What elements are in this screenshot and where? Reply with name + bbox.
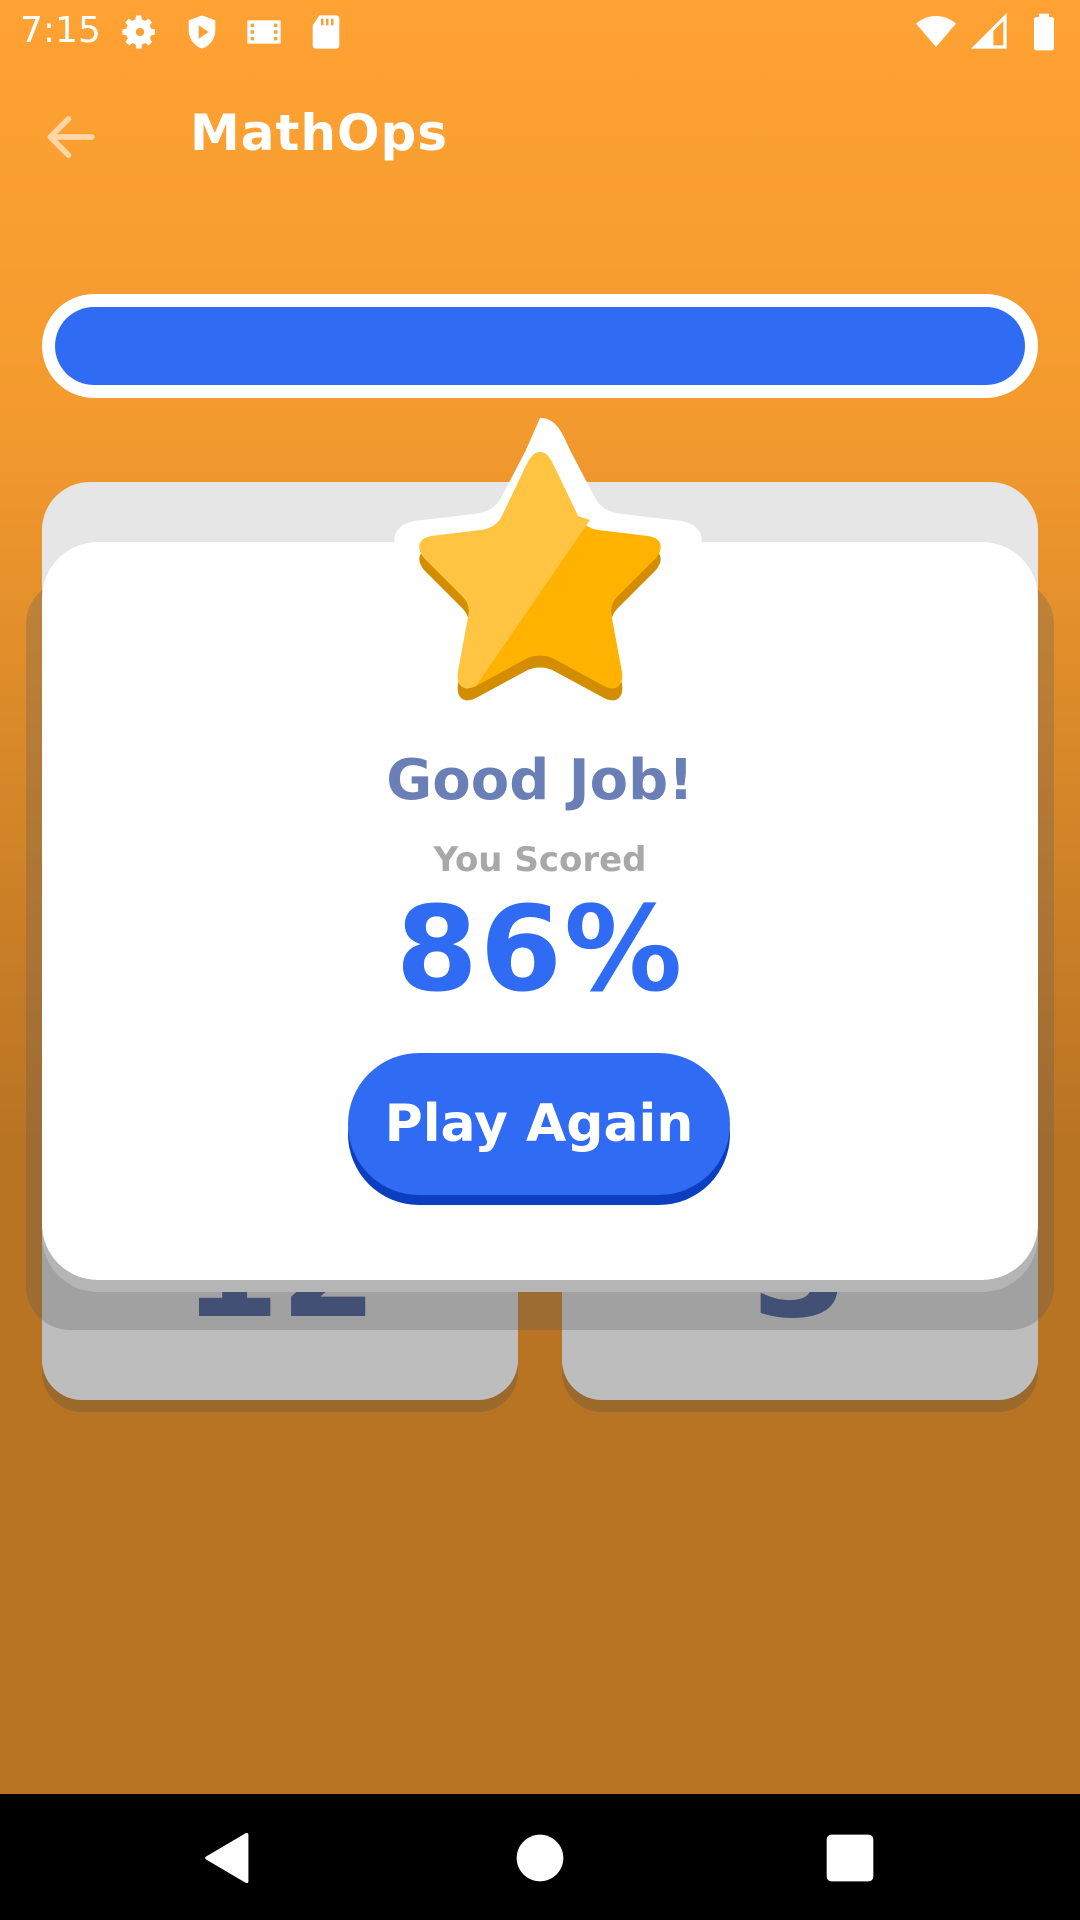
home-circle-icon[interactable] [512,1830,568,1886]
arrow-left-icon[interactable] [40,106,102,168]
shield-icon [188,15,216,49]
recents-square-icon[interactable] [822,1830,878,1886]
cell-signal-icon [970,12,1007,49]
progress-bar [42,294,1038,398]
status-icons-left [120,12,346,52]
app-bar: MathOps [0,64,1080,204]
progress-fill [55,307,1025,385]
status-time: 7:15 [20,10,101,51]
status-bar: 7:15 [0,0,1080,64]
app-title: MathOps [190,104,449,162]
star-icon [394,418,702,721]
navigation-bar [0,1794,1080,1920]
wifi-icon [916,16,956,47]
film-icon [247,20,281,44]
battery-icon [1034,13,1054,51]
back-triangle-icon[interactable] [200,1830,256,1886]
sd-card-icon [312,15,340,49]
dialog-heading: Good Job! [386,748,694,813]
gear-icon [122,15,155,49]
status-icons-right [916,12,1064,52]
score-value: 86% [395,880,685,1018]
dialog-subheading: You Scored [433,840,647,880]
play-again-button[interactable]: Play Again [348,1053,730,1195]
